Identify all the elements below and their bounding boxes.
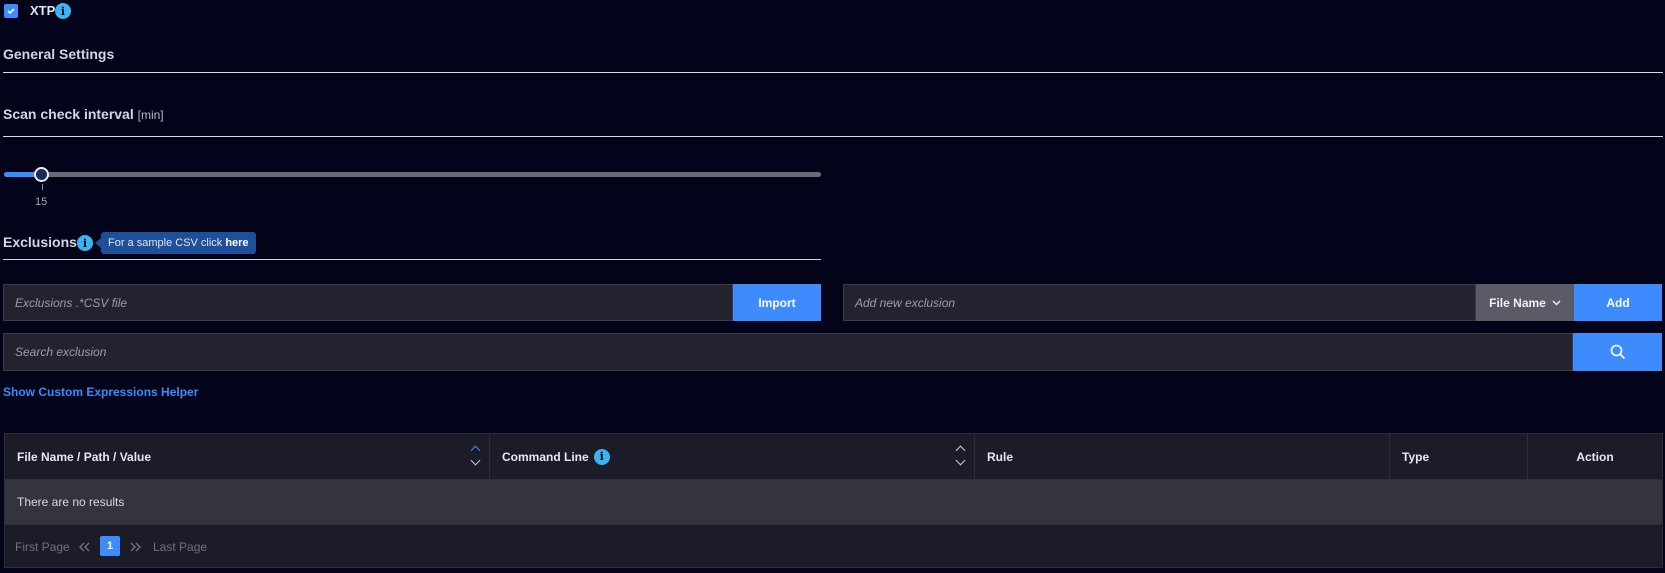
csv-sample-link[interactable]: here [225, 237, 248, 249]
column-header-rule: Rule [975, 434, 1390, 479]
search-exclusion-input[interactable]: Search exclusion [3, 333, 1573, 371]
search-button[interactable] [1573, 333, 1662, 371]
sort-icon[interactable] [470, 445, 481, 466]
scan-interval-value: 15 [35, 196, 48, 208]
divider [3, 72, 1663, 73]
double-chevron-left-icon[interactable] [78, 542, 90, 552]
exclusions-table-header: File Name / Path / Value Command Line i … [4, 433, 1663, 480]
divider [3, 136, 1663, 137]
scan-interval-slider-track[interactable] [4, 172, 821, 177]
scan-interval-slider-thumb[interactable] [34, 167, 49, 182]
exclusions-title: Exclusions [3, 234, 77, 250]
sort-icon[interactable] [955, 445, 966, 466]
double-chevron-right-icon[interactable] [130, 542, 142, 552]
new-exclusion-input[interactable]: Add new exclusion [843, 284, 1476, 321]
pagination: First Page 1 Last Page [4, 524, 1663, 568]
csv-file-input[interactable]: Exclusions .*CSV file [3, 284, 733, 321]
import-button[interactable]: Import [733, 284, 821, 321]
column-header-command-line[interactable]: Command Line i [490, 434, 975, 479]
column-label: File Name / Path / Value [17, 449, 152, 464]
slider-tick [42, 184, 43, 190]
scan-interval-title: Scan check interval [min] [3, 106, 164, 122]
custom-expressions-helper-link[interactable]: Show Custom Expressions Helper [3, 385, 198, 399]
general-settings-title: General Settings [3, 46, 115, 62]
xtp-label: XTP [30, 3, 56, 18]
chevron-down-icon [1552, 299, 1561, 306]
csv-sample-tooltip: For a sample CSV click here [95, 232, 256, 254]
column-label: Command Line [502, 449, 589, 464]
table-empty-row: There are no results [4, 480, 1663, 524]
search-icon [1610, 344, 1625, 360]
exclusion-type-select[interactable]: File Name [1476, 284, 1574, 321]
xtp-checkbox[interactable] [4, 4, 18, 18]
exclusion-type-value: File Name [1489, 295, 1546, 310]
info-icon[interactable]: i [593, 448, 610, 465]
add-exclusion-button[interactable]: Add [1574, 284, 1662, 321]
scan-interval-units: [min] [137, 108, 164, 122]
divider [3, 259, 821, 260]
column-header-file-name[interactable]: File Name / Path / Value [5, 434, 490, 479]
column-header-type: Type [1390, 434, 1528, 479]
info-icon[interactable]: i [77, 235, 93, 251]
info-icon[interactable]: i [55, 3, 71, 19]
first-page-link[interactable]: First Page [15, 540, 70, 554]
last-page-link[interactable]: Last Page [153, 540, 207, 554]
check-icon [7, 8, 15, 15]
scan-interval-label: Scan check interval [3, 106, 134, 122]
tooltip-text: For a sample CSV click [108, 237, 223, 249]
column-header-action: Action [1576, 449, 1614, 464]
page-1-button[interactable]: 1 [100, 536, 120, 556]
